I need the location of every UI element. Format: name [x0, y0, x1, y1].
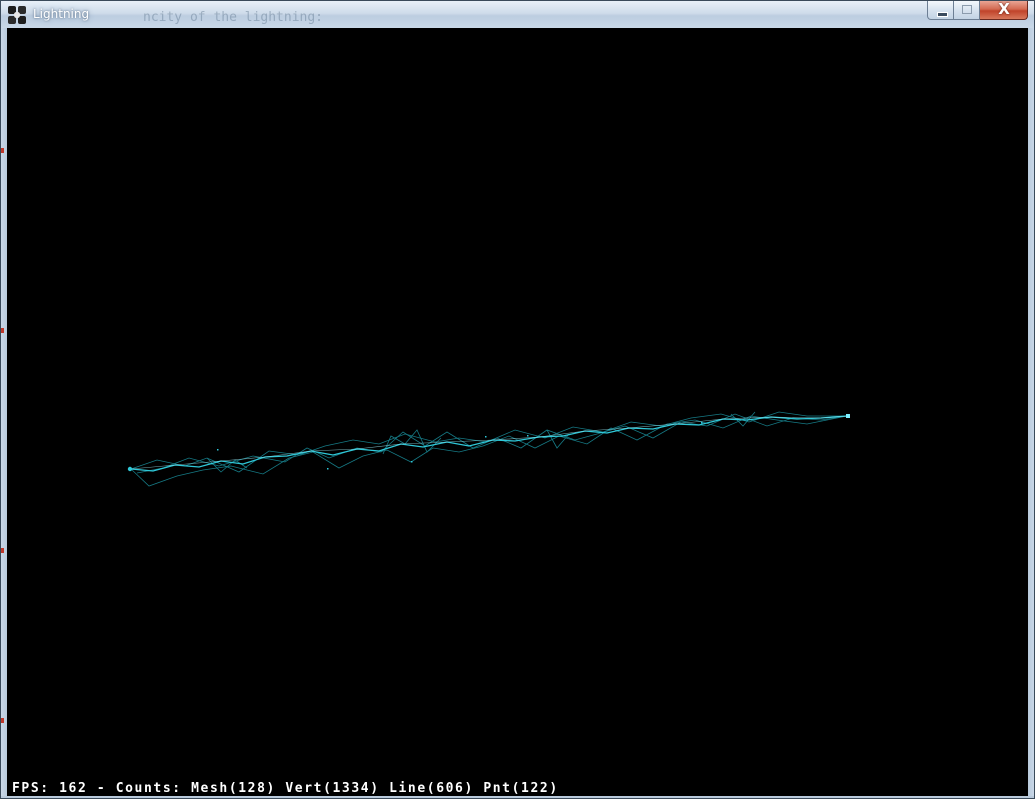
lightning-particles: [217, 422, 703, 470]
lightning-core: [130, 415, 848, 470]
lightning-branches: [130, 411, 848, 487]
window-title: Lightning: [33, 7, 90, 21]
close-icon: X: [998, 0, 1010, 18]
background-window-text: ncity of the lightning:: [143, 10, 324, 25]
maximize-icon: [962, 5, 972, 14]
app-logo-icon: [8, 6, 26, 24]
minimize-icon: [937, 12, 948, 17]
render-viewport[interactable]: FPS: 162 - Counts: Mesh(128) Vert(1334) …: [7, 28, 1028, 796]
right-window-border: [1028, 28, 1034, 796]
title-bar[interactable]: ncity of the lightning: Lightning X: [1, 0, 1034, 28]
maximize-button[interactable]: [954, 1, 980, 20]
bolt-end-node: [846, 414, 850, 418]
minimize-button[interactable]: [927, 1, 954, 20]
application-window: ncity of the lightning: Lightning X FPS:…: [0, 0, 1035, 799]
bolt-start-node: [127, 466, 133, 472]
caption-buttons: X: [927, 0, 1028, 22]
lightning-bolt-render: [127, 411, 850, 487]
stats-overlay: FPS: 162 - Counts: Mesh(128) Vert(1334) …: [12, 781, 559, 796]
close-button[interactable]: X: [980, 0, 1028, 20]
